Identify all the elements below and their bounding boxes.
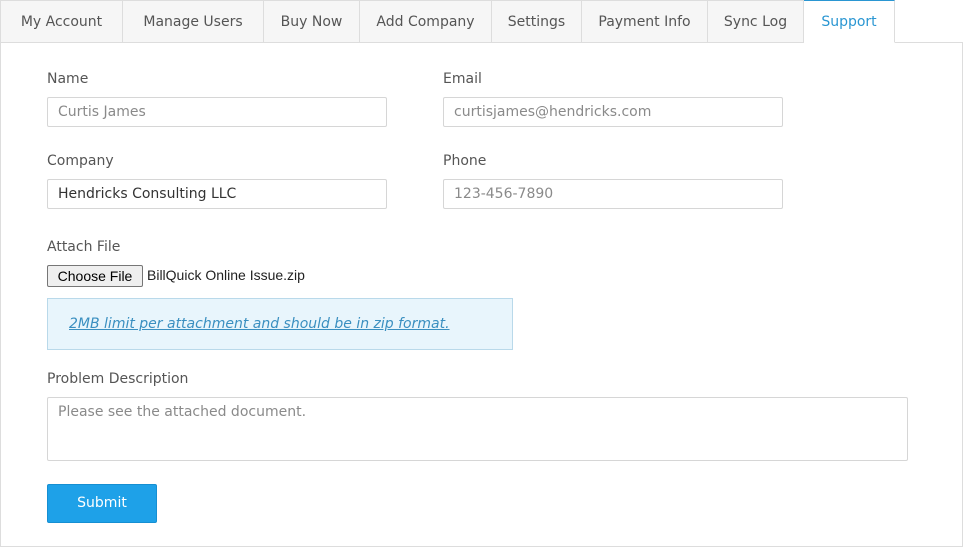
company-value: Hendricks Consulting LLC [58,186,237,202]
problem-description-label: Problem Description [47,371,189,387]
phone-placeholder: 123-456-7890 [454,186,554,202]
email-label: Email [443,71,482,87]
email-placeholder: curtisjames@hendricks.com [454,104,652,120]
company-label: Company [47,153,114,169]
problem-description-placeholder: Please see the attached document. [58,404,307,420]
tab-sync-log[interactable]: Sync Log [708,0,804,43]
phone-field[interactable]: 123-456-7890 [443,179,783,209]
selected-file-name: BillQuick Online Issue.zip [147,267,305,283]
email-field[interactable]: curtisjames@hendricks.com [443,97,783,127]
tab-my-account[interactable]: My Account [0,0,123,43]
choose-file-button[interactable]: Choose File [47,265,143,287]
company-field[interactable]: Hendricks Consulting LLC [47,179,387,209]
tab-manage-users[interactable]: Manage Users [123,0,264,43]
attach-file-label: Attach File [47,239,121,255]
attachment-notice: 2MB limit per attachment and should be i… [47,298,513,350]
problem-description-field[interactable]: Please see the attached document. [47,397,908,461]
name-label: Name [47,71,89,87]
tab-payment-info[interactable]: Payment Info [582,0,708,43]
tab-bar: My Account Manage Users Buy Now Add Comp… [0,0,963,43]
submit-button[interactable]: Submit [47,484,157,523]
tab-settings[interactable]: Settings [492,0,582,43]
tab-buy-now[interactable]: Buy Now [264,0,360,43]
attachment-limit-link[interactable]: 2MB limit per attachment and should be i… [69,316,450,332]
tab-support[interactable]: Support [804,0,895,43]
name-placeholder: Curtis James [58,104,146,120]
tab-add-company[interactable]: Add Company [360,0,492,43]
name-field[interactable]: Curtis James [47,97,387,127]
phone-label: Phone [443,153,487,169]
